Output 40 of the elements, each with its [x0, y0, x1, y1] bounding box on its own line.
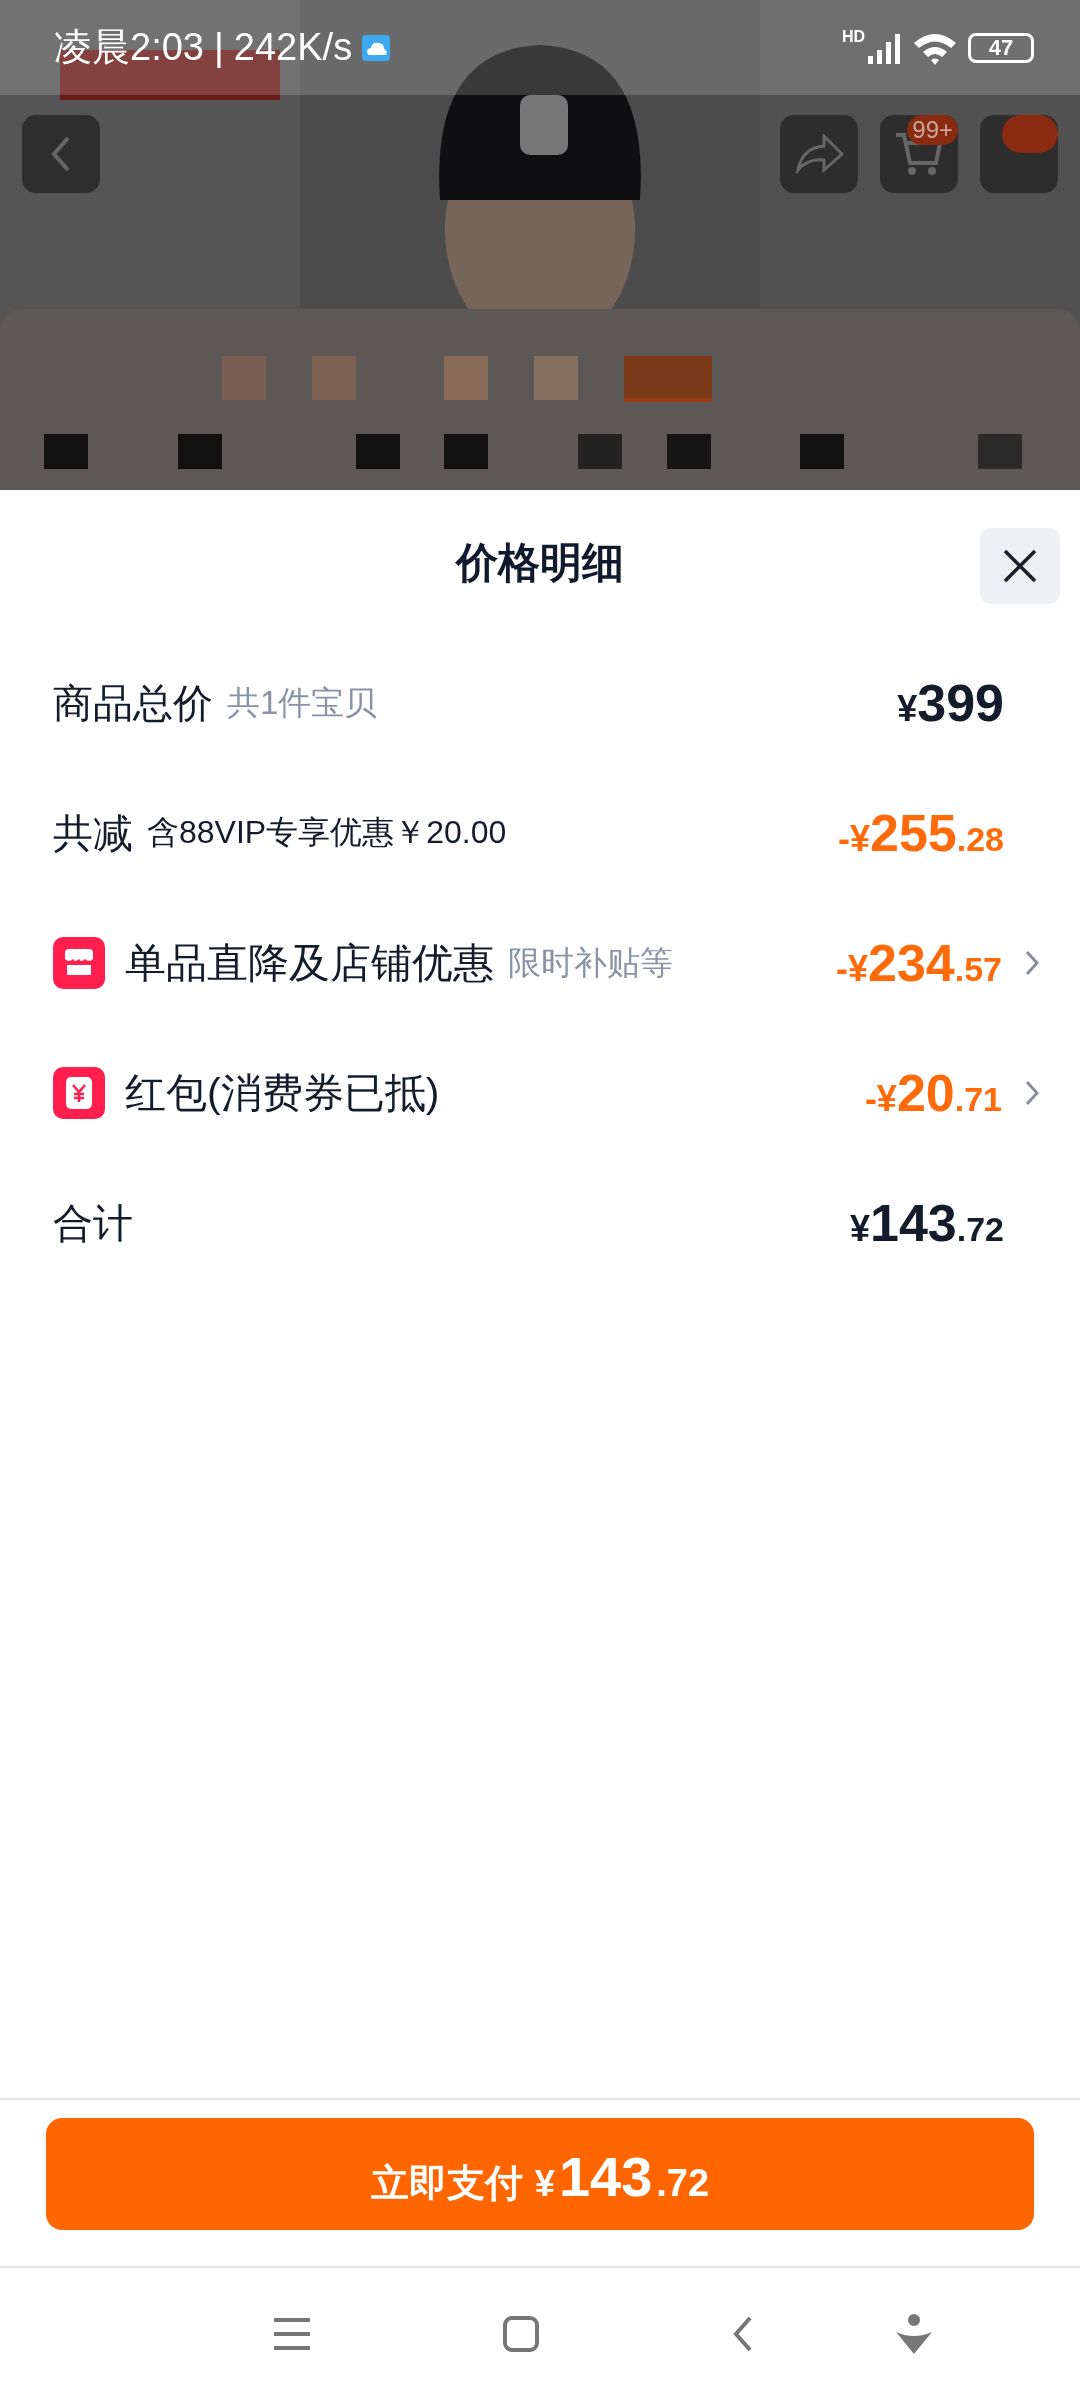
price-text: -¥255.28: [837, 803, 1004, 863]
assistant-button[interactable]: [896, 2314, 932, 2354]
row-note: 含88VIP专享优惠￥20.00: [147, 813, 507, 852]
chevron-right-icon: [1024, 949, 1040, 977]
cart-button[interactable]: 99+: [880, 115, 958, 193]
pay-button[interactable]: 立即支付 ¥143.72: [46, 2118, 1034, 2230]
network-speed: 242K/s: [233, 26, 353, 69]
battery-icon: 47: [968, 32, 1034, 63]
discount-label: 红包(消费券已抵): [125, 1068, 440, 1118]
home-button[interactable]: [502, 2315, 540, 2353]
cloud-icon: [362, 34, 391, 61]
price-text: -¥234.57: [835, 933, 1002, 993]
separator-text: |: [213, 26, 224, 69]
coupon-icon: [53, 1067, 105, 1119]
home-icon: [502, 2315, 540, 2353]
row-label: 合计: [53, 1199, 133, 1247]
back-icon: [732, 2315, 754, 2353]
row-note: 共1件宝贝: [227, 682, 378, 723]
price-text: ¥399: [897, 673, 1004, 733]
message-badge: [1002, 115, 1058, 153]
back-button[interactable]: [22, 115, 100, 193]
row-label: 商品总价: [53, 679, 213, 727]
menu-button[interactable]: [272, 2316, 312, 2352]
share-icon: [794, 134, 844, 174]
row-note: 限时补贴等: [508, 942, 673, 983]
person-icon: [896, 2314, 932, 2354]
menu-icon: [272, 2316, 312, 2352]
chevron-right-icon: [1024, 1079, 1040, 1107]
close-button[interactable]: [980, 528, 1060, 604]
sheet-title: 价格明细: [456, 538, 624, 588]
status-time: 凌晨2:03: [54, 25, 204, 70]
cart-badge: 99+: [907, 115, 958, 145]
close-icon: [1002, 548, 1038, 584]
price-text: ¥143.72: [849, 1193, 1004, 1253]
discount-label: 单品直降及店铺优惠: [125, 938, 494, 988]
share-button[interactable]: [780, 115, 858, 193]
store-icon: [53, 937, 105, 989]
row-label: 共减: [53, 809, 133, 857]
price-text: -¥20.71: [864, 1063, 1002, 1123]
back-button[interactable]: [732, 2315, 754, 2353]
